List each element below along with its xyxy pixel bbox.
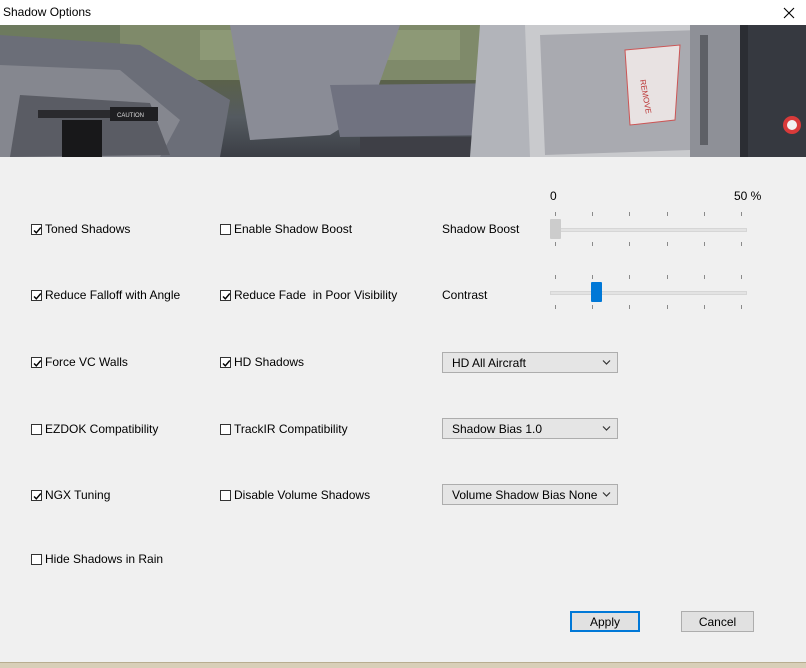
slider-scale-min: 0 bbox=[550, 189, 557, 203]
checkbox-box[interactable] bbox=[220, 356, 231, 368]
disable-volume-shadows-checkbox[interactable]: Disable Volume Shadows bbox=[220, 488, 370, 502]
apply-button[interactable]: Apply bbox=[570, 611, 640, 632]
slider-tick bbox=[741, 242, 742, 246]
checkbox-box[interactable] bbox=[31, 289, 42, 301]
slider-tick bbox=[592, 242, 593, 246]
hd-shadows-checkbox[interactable]: HD Shadows bbox=[220, 355, 304, 369]
contrast-slider[interactable] bbox=[550, 272, 747, 318]
force-vc-walls-checkbox[interactable]: Force VC Walls bbox=[31, 355, 128, 369]
chevron-down-icon bbox=[602, 492, 611, 497]
trackir-compatibility-checkbox[interactable]: TrackIR Compatibility bbox=[220, 422, 348, 436]
enable-shadow-boost-checkbox[interactable]: Enable Shadow Boost bbox=[220, 222, 352, 236]
checkbox-box[interactable] bbox=[220, 489, 231, 501]
checkbox-box[interactable] bbox=[31, 356, 42, 368]
slider-tick bbox=[592, 275, 593, 279]
slider-tick bbox=[555, 305, 556, 309]
hd-mode-dropdown[interactable]: HD All Aircraft bbox=[442, 352, 618, 373]
checkbox-box[interactable] bbox=[31, 423, 42, 435]
checkmark-icon bbox=[33, 359, 42, 367]
slider-track bbox=[550, 291, 747, 295]
shadow-boost-label: Shadow Boost bbox=[442, 222, 520, 236]
checkbox-label: Disable Volume Shadows bbox=[234, 488, 371, 502]
slider-tick bbox=[629, 212, 630, 216]
slider-tick bbox=[667, 212, 668, 216]
slider-scale-max: 50 % bbox=[734, 189, 762, 203]
checkbox-label: EZDOK Compatibility bbox=[45, 422, 159, 436]
slider-tick bbox=[592, 212, 593, 216]
shadow-bias-dropdown[interactable]: Shadow Bias 1.0 bbox=[442, 418, 618, 439]
slider-tick bbox=[741, 212, 742, 216]
slider-tick bbox=[592, 305, 593, 309]
slider-tick bbox=[629, 305, 630, 309]
checkbox-label: TrackIR Compatibility bbox=[234, 422, 348, 436]
title-bar: Shadow Options bbox=[0, 0, 806, 25]
slider-tick bbox=[741, 275, 742, 279]
checkbox-box[interactable] bbox=[220, 223, 231, 235]
checkbox-label: Hide Shadows in Rain bbox=[45, 552, 164, 566]
hide-shadows-in-rain-checkbox[interactable]: Hide Shadows in Rain bbox=[31, 552, 163, 566]
checkbox-box[interactable] bbox=[220, 423, 231, 435]
slider-tick bbox=[667, 305, 668, 309]
checkbox-box[interactable] bbox=[31, 489, 42, 501]
slider-tick bbox=[704, 305, 705, 309]
slider-tick bbox=[555, 242, 556, 246]
banner-image: CAUTION REMOVE bbox=[0, 25, 806, 157]
checkbox-box[interactable] bbox=[220, 289, 231, 301]
slider-tick bbox=[629, 275, 630, 279]
dropdown-value: Shadow Bias 1.0 bbox=[452, 421, 543, 436]
slider-track bbox=[550, 228, 747, 232]
slider-tick bbox=[704, 242, 705, 246]
checkmark-icon bbox=[33, 292, 42, 300]
ezdok-compatibility-checkbox[interactable]: EZDOK Compatibility bbox=[31, 422, 158, 436]
slider-tick bbox=[629, 242, 630, 246]
checkbox-box[interactable] bbox=[31, 553, 42, 565]
checkbox-label: Enable Shadow Boost bbox=[234, 222, 353, 236]
slider-thumb[interactable] bbox=[550, 219, 561, 239]
window-title: Shadow Options bbox=[3, 5, 92, 19]
chevron-down-icon bbox=[602, 426, 611, 431]
slider-tick bbox=[667, 275, 668, 279]
checkbox-label: Toned Shadows bbox=[45, 222, 131, 236]
slider-tick bbox=[555, 275, 556, 279]
checkbox-label: Reduce Fade in Poor Visibility bbox=[234, 288, 398, 302]
contrast-label: Contrast bbox=[442, 288, 488, 302]
ngx-tuning-checkbox[interactable]: NGX Tuning bbox=[31, 488, 110, 502]
slider-tick bbox=[704, 275, 705, 279]
slider-tick bbox=[741, 305, 742, 309]
reduce-falloff-checkbox[interactable]: Reduce Falloff with Angle bbox=[31, 288, 180, 302]
slider-thumb[interactable] bbox=[591, 282, 602, 302]
checkbox-box[interactable] bbox=[31, 223, 42, 235]
svg-text:CAUTION: CAUTION bbox=[117, 113, 144, 119]
reduce-fade-checkbox[interactable]: Reduce Fade in Poor Visibility bbox=[220, 288, 397, 302]
slider-tick bbox=[704, 212, 705, 216]
checkbox-label: Reduce Falloff with Angle bbox=[45, 288, 181, 302]
dropdown-value: HD All Aircraft bbox=[452, 355, 527, 370]
slider-tick bbox=[667, 242, 668, 246]
shadow-boost-slider[interactable] bbox=[550, 206, 747, 252]
close-button[interactable] bbox=[772, 0, 806, 25]
checkbox-label: NGX Tuning bbox=[45, 488, 111, 502]
slider-tick bbox=[555, 212, 556, 216]
close-icon bbox=[783, 7, 795, 18]
checkbox-label: Force VC Walls bbox=[45, 355, 128, 369]
toned-shadows-checkbox[interactable]: Toned Shadows bbox=[31, 222, 130, 236]
background-taskbar-strip bbox=[0, 662, 806, 668]
cancel-button[interactable]: Cancel bbox=[681, 611, 754, 632]
volume-shadow-bias-dropdown[interactable]: Volume Shadow Bias None bbox=[442, 484, 618, 505]
checkmark-icon bbox=[33, 492, 42, 500]
checkmark-icon bbox=[222, 359, 231, 367]
checkmark-icon bbox=[222, 292, 231, 300]
checkmark-icon bbox=[33, 226, 42, 234]
checkbox-label: HD Shadows bbox=[234, 355, 305, 369]
dropdown-value: Volume Shadow Bias None bbox=[452, 487, 598, 502]
chevron-down-icon bbox=[602, 360, 611, 365]
